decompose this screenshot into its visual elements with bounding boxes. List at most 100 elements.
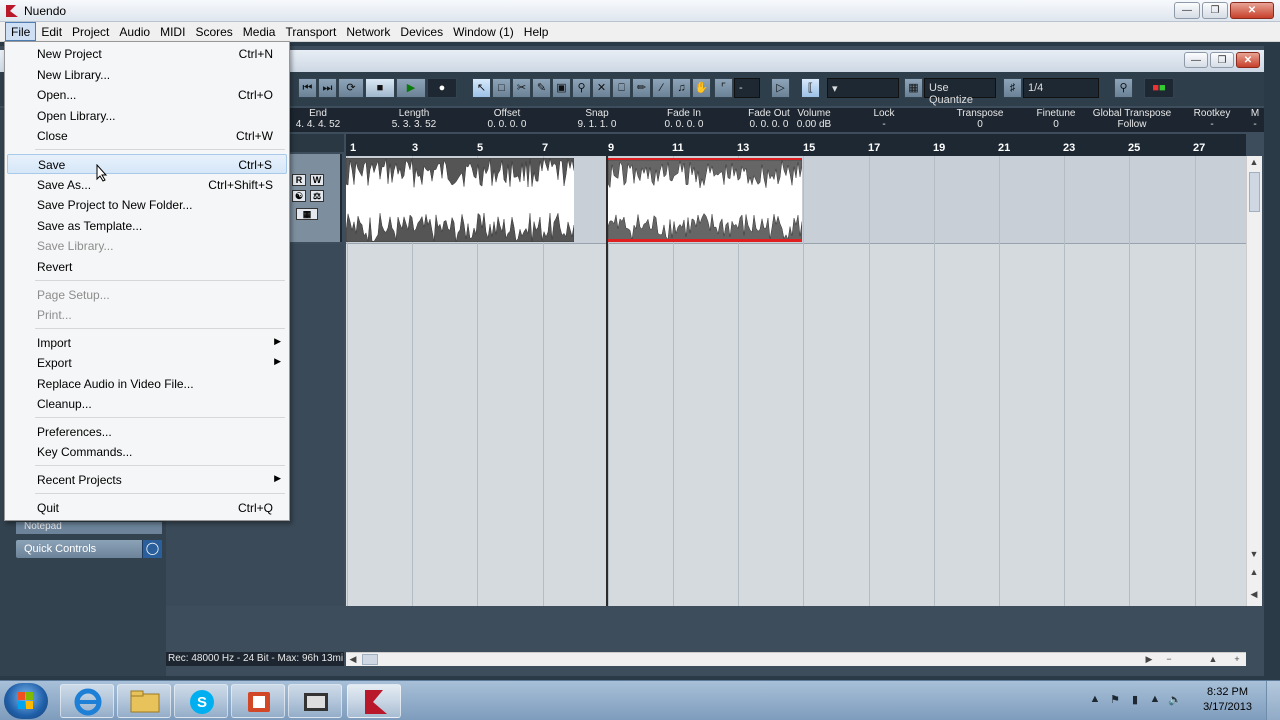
menu-item-revert[interactable]: Revert — [7, 257, 287, 277]
snap-to-zero-icon[interactable]: ⟦ — [801, 78, 820, 98]
menu-transport[interactable]: Transport — [280, 22, 341, 41]
track-header[interactable]: R W ☯ ⚖ ▦ — [290, 154, 342, 242]
menu-scores[interactable]: Scores — [190, 22, 237, 41]
grid-icon[interactable]: ▦ — [904, 78, 923, 98]
vertical-scroll-thumb[interactable] — [1249, 172, 1260, 212]
menu-file[interactable]: File — [5, 22, 37, 41]
zoom-out-icon[interactable]: − — [1162, 653, 1176, 667]
write-automation-button[interactable]: W — [310, 174, 324, 186]
stop-button[interactable]: ■ — [365, 78, 395, 98]
powerpoint-icon[interactable] — [231, 684, 285, 718]
record-button[interactable]: ● — [427, 78, 457, 98]
menu-item-key-commands[interactable]: Key Commands... — [7, 442, 287, 462]
info-more[interactable]: M- — [1248, 108, 1262, 130]
menu-media[interactable]: Media — [238, 22, 281, 41]
menu-item-import[interactable]: Import ▶ — [7, 333, 287, 353]
info-fade-in[interactable]: Fade In 0. 0. 0. 0 — [640, 108, 728, 130]
zoom-slider-icon[interactable]: ▲ — [1206, 653, 1220, 667]
project-cursor[interactable] — [606, 156, 608, 606]
cycle-button[interactable]: ⟳ — [338, 78, 364, 98]
menu-item-open[interactable]: Open... Ctrl+O — [7, 85, 287, 105]
network-icon[interactable]: ▲ — [1148, 693, 1162, 707]
zoom-in-icon[interactable]: + — [1230, 653, 1244, 667]
scroll-down-icon[interactable]: ▼ — [1247, 548, 1261, 562]
info-rootkey[interactable]: Rootkey - — [1188, 108, 1236, 130]
volume-icon[interactable]: 🔈 — [1168, 693, 1182, 707]
menu-item-new-project[interactable]: New Project Ctrl+N — [7, 44, 287, 64]
show-desktop-button[interactable] — [1266, 681, 1280, 720]
quantize-mode-dropdown[interactable]: Use Quantize — [924, 78, 996, 106]
menu-item-save-project-to-new-folder[interactable]: Save Project to New Folder... — [7, 195, 287, 215]
menu-item-export[interactable]: Export ▶ — [7, 353, 287, 373]
menu-item-recent-projects[interactable]: Recent Projects ▶ — [7, 470, 287, 490]
project-minimize-button[interactable]: — — [1184, 52, 1208, 68]
skype-icon[interactable]: S — [174, 684, 228, 718]
object-selection-tool-icon[interactable]: ↖ — [472, 78, 491, 98]
speaker-tool-icon[interactable]: ♫ — [672, 78, 691, 98]
line-tool-icon[interactable]: ∕ — [652, 78, 671, 98]
monitor-icon[interactable]: ☯ — [292, 190, 306, 202]
draw-tool-icon[interactable]: ✎ — [532, 78, 551, 98]
range-selection-tool-icon[interactable]: □ — [492, 78, 511, 98]
info-length[interactable]: Length 5. 3. 3. 52 — [372, 108, 456, 130]
edit-channel-icon[interactable]: ⚖ — [310, 190, 324, 202]
menu-help[interactable]: Help — [519, 22, 554, 41]
split-tool-icon[interactable]: ✂ — [512, 78, 531, 98]
menu-item-save-as-template[interactable]: Save as Template... — [7, 216, 287, 236]
snap-on-off-icon[interactable]: ▷ — [771, 78, 790, 98]
menu-devices[interactable]: Devices — [395, 22, 448, 41]
quick-controls-icon[interactable]: ◯ — [142, 540, 162, 558]
folder-icon[interactable] — [117, 684, 171, 718]
menu-project[interactable]: Project — [67, 22, 114, 41]
project-close-button[interactable]: ✕ — [1236, 52, 1260, 68]
glue-tool-icon[interactable]: ▣ — [552, 78, 571, 98]
menu-item-replace-audio-in-video-file[interactable]: Replace Audio in Video File... — [7, 374, 287, 394]
nuendo-logo-icon[interactable] — [347, 684, 401, 718]
read-automation-button[interactable]: R — [292, 174, 306, 186]
scroll-right-icon[interactable]: ▶ — [1142, 653, 1156, 667]
scroll-up-icon[interactable]: ▲ — [1247, 156, 1261, 170]
minimize-button[interactable]: — — [1174, 2, 1200, 19]
horizontal-scrollbar[interactable]: ◀ ▶ − ▲ + — [346, 652, 1246, 666]
menu-midi[interactable]: MIDI — [155, 22, 190, 41]
menu-audio[interactable]: Audio — [114, 22, 155, 41]
internet-explorer-icon[interactable] — [60, 684, 114, 718]
zoom-up-icon[interactable]: ▲ — [1247, 566, 1261, 580]
quantize-value-dropdown[interactable]: 1/4 — [1023, 78, 1099, 98]
menu-item-new-library[interactable]: New Library... — [7, 65, 287, 85]
timeline-ruler[interactable]: 1 3 5 7 9 11 13 15 17 19 21 23 25 27 — [346, 134, 1246, 156]
audio-event-selected[interactable] — [608, 158, 802, 242]
grid-type-dropdown[interactable]: ▾ — [827, 78, 899, 98]
snap-dropdown[interactable]: - — [734, 78, 760, 98]
color-palette-icon[interactable]: ■■ — [1144, 78, 1174, 98]
menu-edit[interactable]: Edit — [36, 22, 67, 41]
go-to-end-button[interactable]: ⏭ — [318, 78, 337, 98]
menu-item-save-as[interactable]: Save As... Ctrl+Shift+S — [7, 175, 287, 195]
info-lock[interactable]: Lock - — [860, 108, 908, 130]
scroll-left-icon[interactable]: ◀ — [346, 653, 360, 667]
menu-item-cleanup[interactable]: Cleanup... — [7, 394, 287, 414]
menu-item-preferences[interactable]: Preferences... — [7, 422, 287, 442]
battery-icon[interactable]: ▮ — [1128, 693, 1142, 707]
project-restore-button[interactable]: ❐ — [1210, 52, 1234, 68]
menu-item-quit[interactable]: Quit Ctrl+Q — [7, 498, 287, 518]
info-global-transpose[interactable]: Global Transpose Follow — [1090, 108, 1174, 130]
erase-tool-icon[interactable]: ✕ — [592, 78, 611, 98]
info-finetune[interactable]: Finetune 0 — [1030, 108, 1082, 130]
windows-start-icon[interactable] — [4, 683, 48, 719]
info-volume[interactable]: Volume 0.00 dB — [790, 108, 838, 130]
maximize-button[interactable]: ❐ — [1202, 2, 1228, 19]
menu-network[interactable]: Network — [341, 22, 395, 41]
menu-item-close[interactable]: Close Ctrl+W — [7, 126, 287, 146]
menu-window[interactable]: Window (1) — [448, 22, 519, 41]
show-hidden-icons-icon[interactable]: ▲ — [1088, 693, 1102, 707]
play-button[interactable]: ▶ — [396, 78, 426, 98]
info-transpose[interactable]: Transpose 0 — [950, 108, 1010, 130]
notepad-section[interactable]: Notepad — [16, 522, 162, 534]
zoom-thumb-icon[interactable]: ◀ — [1247, 588, 1261, 602]
menu-item-open-library[interactable]: Open Library... — [7, 106, 287, 126]
nudge-icon[interactable]: ⌜ — [714, 78, 733, 98]
audio-event[interactable] — [346, 158, 574, 242]
info-snap[interactable]: Snap 9. 1. 1. 0 — [552, 108, 642, 130]
event-display[interactable] — [346, 156, 1246, 606]
